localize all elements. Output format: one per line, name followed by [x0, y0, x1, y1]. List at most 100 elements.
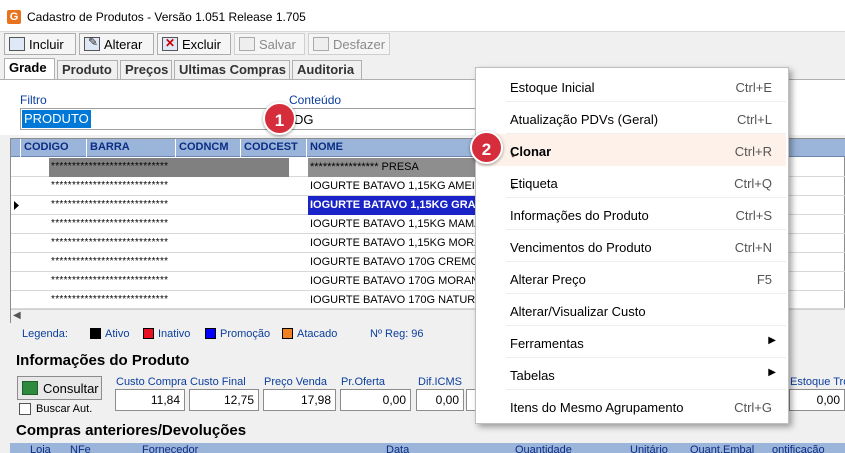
- legend-ativo: Ativo: [90, 328, 129, 340]
- custo-compra-label: Custo Compra: [116, 376, 187, 388]
- compras-section-title: Compras anteriores/Devoluções: [16, 422, 247, 439]
- preco-venda-label: Preço Venda: [264, 376, 327, 388]
- column-barra[interactable]: BARRA: [87, 139, 176, 157]
- row-pointer-icon: [12, 196, 20, 215]
- marker-icon: *: [511, 184, 516, 196]
- legend-promocao: Promoção: [205, 328, 270, 340]
- row-codes: ****************************: [51, 275, 169, 286]
- row-nome: IOGURTE BATAVO 1,15KG MORA: [310, 237, 482, 249]
- menu-item-estoque-inicial[interactable]: Estoque Inicial Ctrl+E: [478, 70, 786, 102]
- row-nome: IOGURTE BATAVO 1,15KG MAMA: [310, 218, 482, 230]
- grid-header-indicator: [11, 139, 21, 157]
- column-codcest[interactable]: CODCEST: [241, 139, 307, 157]
- conteudo-input[interactable]: [289, 108, 479, 130]
- row-nome: IOGURTE BATAVO 170G MORANG: [310, 275, 488, 287]
- menu-item-atualizacao-pdvs[interactable]: Atualização PDVs (Geral) Ctrl+L: [478, 102, 786, 134]
- column-quant-embal[interactable]: Quant.Embal: [690, 444, 754, 453]
- tab-auditoria[interactable]: Auditoria: [292, 60, 362, 80]
- menu-item-itens-mesmo-agrupamento[interactable]: Itens do Mesmo Agrupamento Ctrl+G: [478, 390, 786, 422]
- submenu-arrow-icon: ▶: [768, 367, 776, 378]
- row-codes: ****************************: [49, 158, 289, 177]
- step-badge-2: 2: [470, 131, 503, 164]
- legend-atacado: Atacado: [282, 328, 337, 340]
- buscar-aut-label: Buscar Aut.: [36, 403, 93, 415]
- salvar-button[interactable]: Salvar: [234, 33, 305, 55]
- compras-grid-header: Loja NFe Fornecedor Data Quantidade Unit…: [10, 443, 845, 453]
- pr-oferta-field[interactable]: 0,00: [340, 389, 411, 411]
- legend-label: Legenda:: [22, 328, 68, 340]
- column-nfe[interactable]: NFe: [70, 444, 91, 453]
- column-codncm[interactable]: CODNCM: [176, 139, 241, 157]
- submenu-arrow-icon: ▶: [768, 335, 776, 346]
- row-codes: ****************************: [51, 294, 169, 305]
- menu-item-tabelas[interactable]: Tabelas ▶: [478, 358, 786, 390]
- tab-produto[interactable]: Produto: [57, 60, 118, 80]
- menu-item-etiqueta[interactable]: Etiqueta Ctrl+Q *: [478, 166, 786, 198]
- row-nome: IOGURTE BATAVO 1,15KG AMEIX: [310, 180, 483, 192]
- estoque-troca-field[interactable]: 0,00: [789, 389, 845, 411]
- toolbar: Incluir Alterar Excluir Salvar Desfazer: [0, 32, 845, 56]
- window-title: Cadastro de Produtos - Versão 1.051 Rele…: [27, 10, 306, 24]
- custo-final-label: Custo Final: [190, 376, 246, 388]
- preco-venda-field[interactable]: 17,98: [263, 389, 336, 411]
- row-nome: IOGURTE BATAVO 1,15KG GRAV: [308, 196, 488, 215]
- undo-icon: [313, 37, 329, 51]
- row-codes: ****************************: [51, 218, 169, 229]
- tab-ultimas-compras[interactable]: Ultimas Compras: [174, 60, 290, 80]
- menu-item-ferramentas[interactable]: Ferramentas ▶: [478, 326, 786, 358]
- estoque-troca-label: Estoque Tro: [790, 376, 845, 388]
- buscar-aut-checkbox[interactable]: [19, 403, 31, 415]
- legend-swatch: [282, 328, 293, 339]
- column-loja[interactable]: Loja: [30, 444, 51, 453]
- dif-icms-field[interactable]: 0,00: [416, 389, 464, 411]
- alterar-button[interactable]: Alterar: [79, 33, 154, 55]
- custo-compra-field[interactable]: 11,84: [115, 389, 185, 411]
- edit-icon: [84, 35, 100, 51]
- menu-item-vencimentos-produto[interactable]: Vencimentos do Produto Ctrl+N: [478, 230, 786, 262]
- filtro-label: Filtro: [20, 93, 47, 107]
- record-count: Nº Reg: 96: [370, 328, 424, 340]
- conteudo-label: Conteúdo: [289, 93, 342, 107]
- legend-swatch: [143, 328, 154, 339]
- row-nome: **************** PRESA: [308, 158, 488, 177]
- legend-swatch: [90, 328, 101, 339]
- tab-grade[interactable]: Grade: [4, 58, 55, 80]
- menu-item-clonar[interactable]: Clonar Ctrl+R *: [478, 134, 786, 166]
- marker-icon: *: [511, 152, 516, 164]
- dif-icms-label: Dif.ICMS: [418, 376, 462, 388]
- add-record-icon: [9, 37, 25, 51]
- column-quantidade[interactable]: Quantidade: [515, 444, 572, 453]
- column-identificacao[interactable]: ontificação: [772, 444, 825, 453]
- column-fornecedor[interactable]: Fornecedor: [142, 444, 198, 453]
- consultar-button[interactable]: Consultar: [17, 376, 102, 400]
- step-badge-1: 1: [263, 102, 296, 135]
- column-data[interactable]: Data: [386, 444, 409, 453]
- desfazer-button[interactable]: Desfazer: [308, 33, 390, 55]
- excluir-button[interactable]: Excluir: [157, 33, 231, 55]
- custo-final-field[interactable]: 12,75: [189, 389, 259, 411]
- scroll-left-icon[interactable]: ◀: [13, 310, 21, 321]
- title-bar: G Cadastro de Produtos - Versão 1.051 Re…: [0, 0, 845, 32]
- column-codigo[interactable]: CODIGO: [21, 139, 87, 157]
- column-unitario[interactable]: Unitário: [630, 444, 668, 453]
- context-menu: Estoque Inicial Ctrl+E Atualização PDVs …: [475, 67, 789, 424]
- legend-inativo: Inativo: [143, 328, 190, 340]
- row-codes: ****************************: [51, 180, 169, 191]
- filtro-select[interactable]: PRODUTO: [20, 108, 285, 130]
- row-nome: IOGURTE BATAVO 170G CREMOS: [310, 256, 487, 268]
- legend-swatch: [205, 328, 216, 339]
- info-section-title: Informações do Produto: [16, 352, 190, 369]
- menu-item-alterar-visualizar-custo[interactable]: Alterar/Visualizar Custo: [478, 294, 786, 326]
- delete-icon: [162, 36, 178, 51]
- row-nome: IOGURTE BATAVO 170G NATURA: [310, 294, 483, 306]
- tab-precos[interactable]: Preços: [120, 60, 172, 80]
- incluir-button[interactable]: Incluir: [4, 33, 76, 55]
- row-codes: ****************************: [51, 237, 169, 248]
- save-icon: [239, 37, 255, 51]
- pr-oferta-label: Pr.Oferta: [341, 376, 386, 388]
- consult-icon: [22, 381, 38, 395]
- row-codes: ****************************: [51, 199, 169, 210]
- menu-item-alterar-preco[interactable]: Alterar Preço F5: [478, 262, 786, 294]
- menu-item-informacoes-produto[interactable]: Informações do Produto Ctrl+S: [478, 198, 786, 230]
- filtro-selected-value: PRODUTO: [22, 110, 91, 128]
